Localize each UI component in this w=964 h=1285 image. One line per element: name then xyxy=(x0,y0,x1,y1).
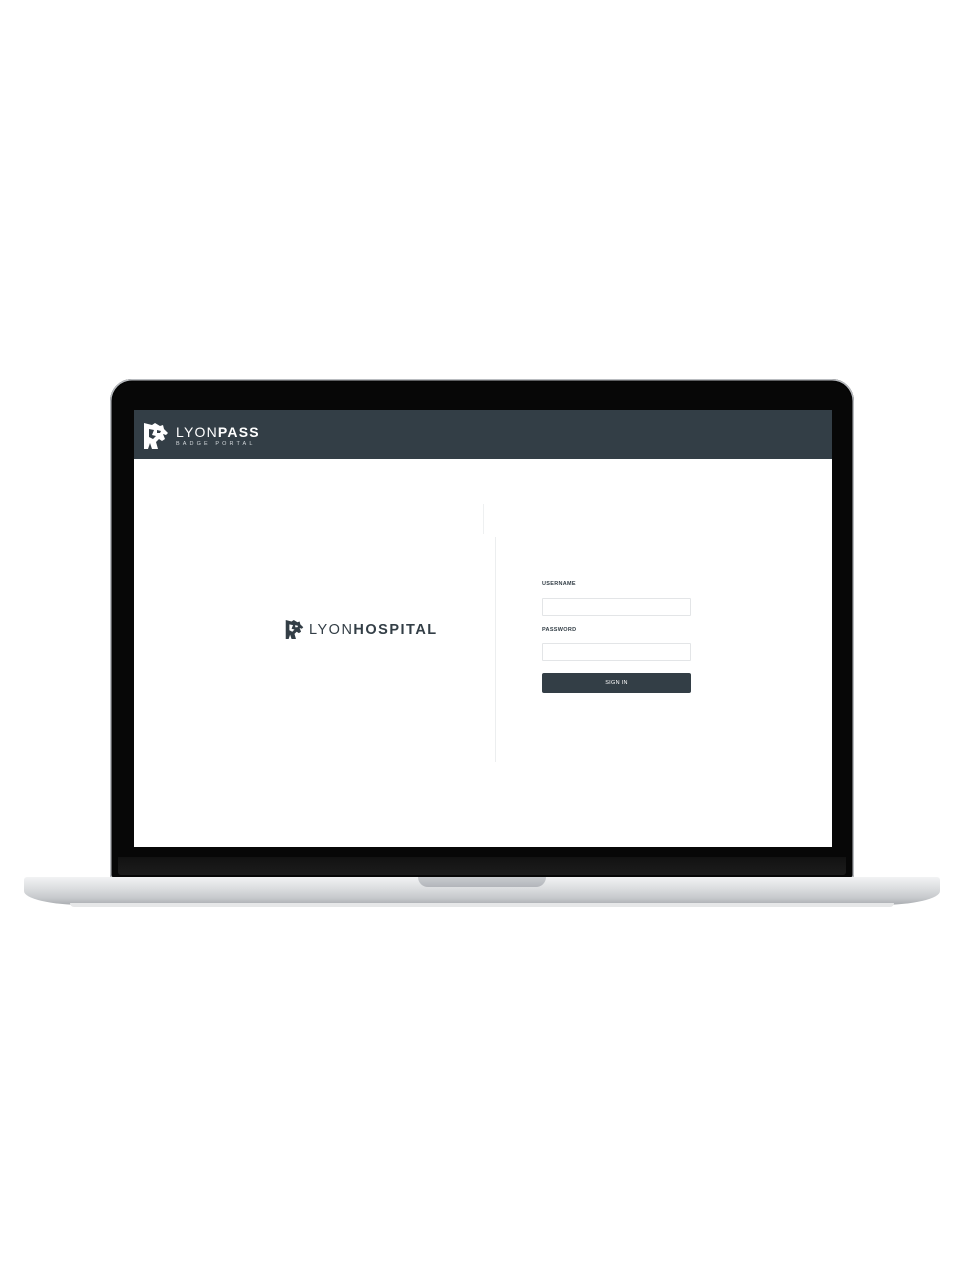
laptop-notch xyxy=(418,877,546,887)
hospital-name-bold: HOSPITAL xyxy=(353,621,438,638)
app-header: LYONPASS BADGE PORTAL xyxy=(134,410,832,459)
page: LYONPASS BADGE PORTAL LYONHOSPITAL USERN… xyxy=(0,0,964,1285)
username-label: USERNAME xyxy=(542,581,576,587)
lion-head-icon xyxy=(144,423,168,449)
hospital-name: LYONHOSPITAL xyxy=(309,622,438,638)
brand-name: LYONPASS xyxy=(176,425,260,439)
lion-head-icon xyxy=(285,620,304,639)
brand-subtitle: BADGE PORTAL xyxy=(176,440,256,447)
brand-name-light: LYON xyxy=(176,423,218,440)
laptop-screen: LYONPASS BADGE PORTAL LYONHOSPITAL USERN… xyxy=(134,410,832,847)
brand-logo[interactable]: LYONPASS BADGE PORTAL xyxy=(143,422,260,450)
login-form: USERNAME PASSWORD SIGN IN xyxy=(542,580,691,693)
brand-text: LYONPASS BADGE PORTAL xyxy=(176,425,260,448)
username-input[interactable] xyxy=(542,598,691,616)
password-input[interactable] xyxy=(542,643,691,661)
divider-accent xyxy=(483,504,484,534)
sign-in-button[interactable]: SIGN IN xyxy=(542,673,691,693)
hospital-name-light: LYON xyxy=(309,621,354,638)
hospital-logo: LYONHOSPITAL xyxy=(285,619,438,640)
brand-name-bold: PASS xyxy=(217,423,260,440)
left-panel: LYONHOSPITAL xyxy=(134,459,495,847)
vertical-divider xyxy=(495,537,496,762)
laptop-base-edge xyxy=(70,903,894,907)
laptop-hinge xyxy=(118,857,846,875)
password-label: PASSWORD xyxy=(542,627,577,633)
